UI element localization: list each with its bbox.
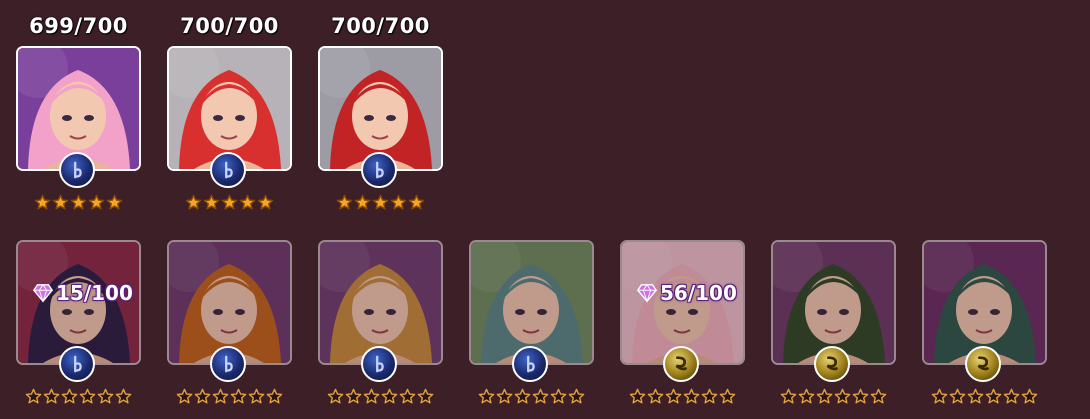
empty-star-icon	[381, 388, 398, 405]
empty-star-icon	[327, 388, 344, 405]
star-rating	[771, 388, 896, 405]
filled-star-icon	[52, 194, 69, 211]
filled-star-icon	[354, 194, 371, 211]
gold-element-orb-icon	[663, 346, 699, 382]
gold-element-orb-icon	[965, 346, 1001, 382]
filled-star-icon	[221, 194, 238, 211]
filled-star-icon	[408, 194, 425, 211]
empty-star-icon	[97, 388, 114, 405]
affection-count: 700/700	[180, 14, 279, 38]
empty-star-icon	[417, 388, 434, 405]
blue-element-orb-icon	[210, 152, 246, 188]
empty-star-icon	[176, 388, 193, 405]
empty-star-icon	[514, 388, 531, 405]
star-rating	[469, 388, 594, 405]
empty-star-icon	[230, 388, 247, 405]
star-rating	[16, 388, 141, 405]
empty-star-icon	[478, 388, 495, 405]
filled-star-icon	[70, 194, 87, 211]
empty-star-icon	[266, 388, 283, 405]
empty-star-icon	[43, 388, 60, 405]
filled-star-icon	[203, 194, 220, 211]
filled-star-icon	[390, 194, 407, 211]
star-rating	[318, 194, 443, 211]
filled-star-icon	[336, 194, 353, 211]
empty-star-icon	[532, 388, 549, 405]
filled-star-icon	[34, 194, 51, 211]
shard-progress-value: 15/100	[56, 281, 133, 305]
filled-star-icon	[185, 194, 202, 211]
empty-star-icon	[870, 388, 887, 405]
blue-element-orb-icon	[59, 152, 95, 188]
blue-element-orb-icon	[361, 152, 397, 188]
shard-progress: 56/100	[636, 281, 737, 305]
empty-star-icon	[780, 388, 797, 405]
blue-element-orb-icon	[59, 346, 95, 382]
empty-star-icon	[798, 388, 815, 405]
affection-gem-icon	[636, 283, 658, 303]
empty-star-icon	[985, 388, 1002, 405]
blue-element-orb-icon	[210, 346, 246, 382]
empty-star-icon	[629, 388, 646, 405]
blue-element-orb-icon	[512, 346, 548, 382]
empty-star-icon	[496, 388, 513, 405]
empty-star-icon	[25, 388, 42, 405]
empty-star-icon	[719, 388, 736, 405]
gold-element-orb-icon	[814, 346, 850, 382]
affection-count: 699/700	[29, 14, 128, 38]
empty-star-icon	[816, 388, 833, 405]
empty-star-icon	[79, 388, 96, 405]
star-rating	[167, 388, 292, 405]
empty-star-icon	[1003, 388, 1020, 405]
empty-star-icon	[949, 388, 966, 405]
affection-gem-icon	[32, 283, 54, 303]
empty-star-icon	[399, 388, 416, 405]
empty-star-icon	[345, 388, 362, 405]
star-rating	[167, 194, 292, 211]
star-rating	[16, 194, 141, 211]
star-rating	[922, 388, 1047, 405]
shard-progress: 15/100	[32, 281, 133, 305]
filled-star-icon	[372, 194, 389, 211]
empty-star-icon	[683, 388, 700, 405]
empty-star-icon	[852, 388, 869, 405]
empty-star-icon	[194, 388, 211, 405]
affection-count: 700/700	[331, 14, 430, 38]
empty-star-icon	[61, 388, 78, 405]
star-rating	[620, 388, 745, 405]
empty-star-icon	[967, 388, 984, 405]
empty-star-icon	[701, 388, 718, 405]
star-rating	[318, 388, 443, 405]
filled-star-icon	[239, 194, 256, 211]
filled-star-icon	[106, 194, 123, 211]
shard-progress-value: 56/100	[660, 281, 737, 305]
empty-star-icon	[363, 388, 380, 405]
empty-star-icon	[115, 388, 132, 405]
empty-star-icon	[665, 388, 682, 405]
empty-star-icon	[1021, 388, 1038, 405]
empty-star-icon	[568, 388, 585, 405]
empty-star-icon	[647, 388, 664, 405]
empty-star-icon	[931, 388, 948, 405]
empty-star-icon	[550, 388, 567, 405]
filled-star-icon	[88, 194, 105, 211]
empty-star-icon	[248, 388, 265, 405]
filled-star-icon	[257, 194, 274, 211]
blue-element-orb-icon	[361, 346, 397, 382]
empty-star-icon	[212, 388, 229, 405]
empty-star-icon	[834, 388, 851, 405]
